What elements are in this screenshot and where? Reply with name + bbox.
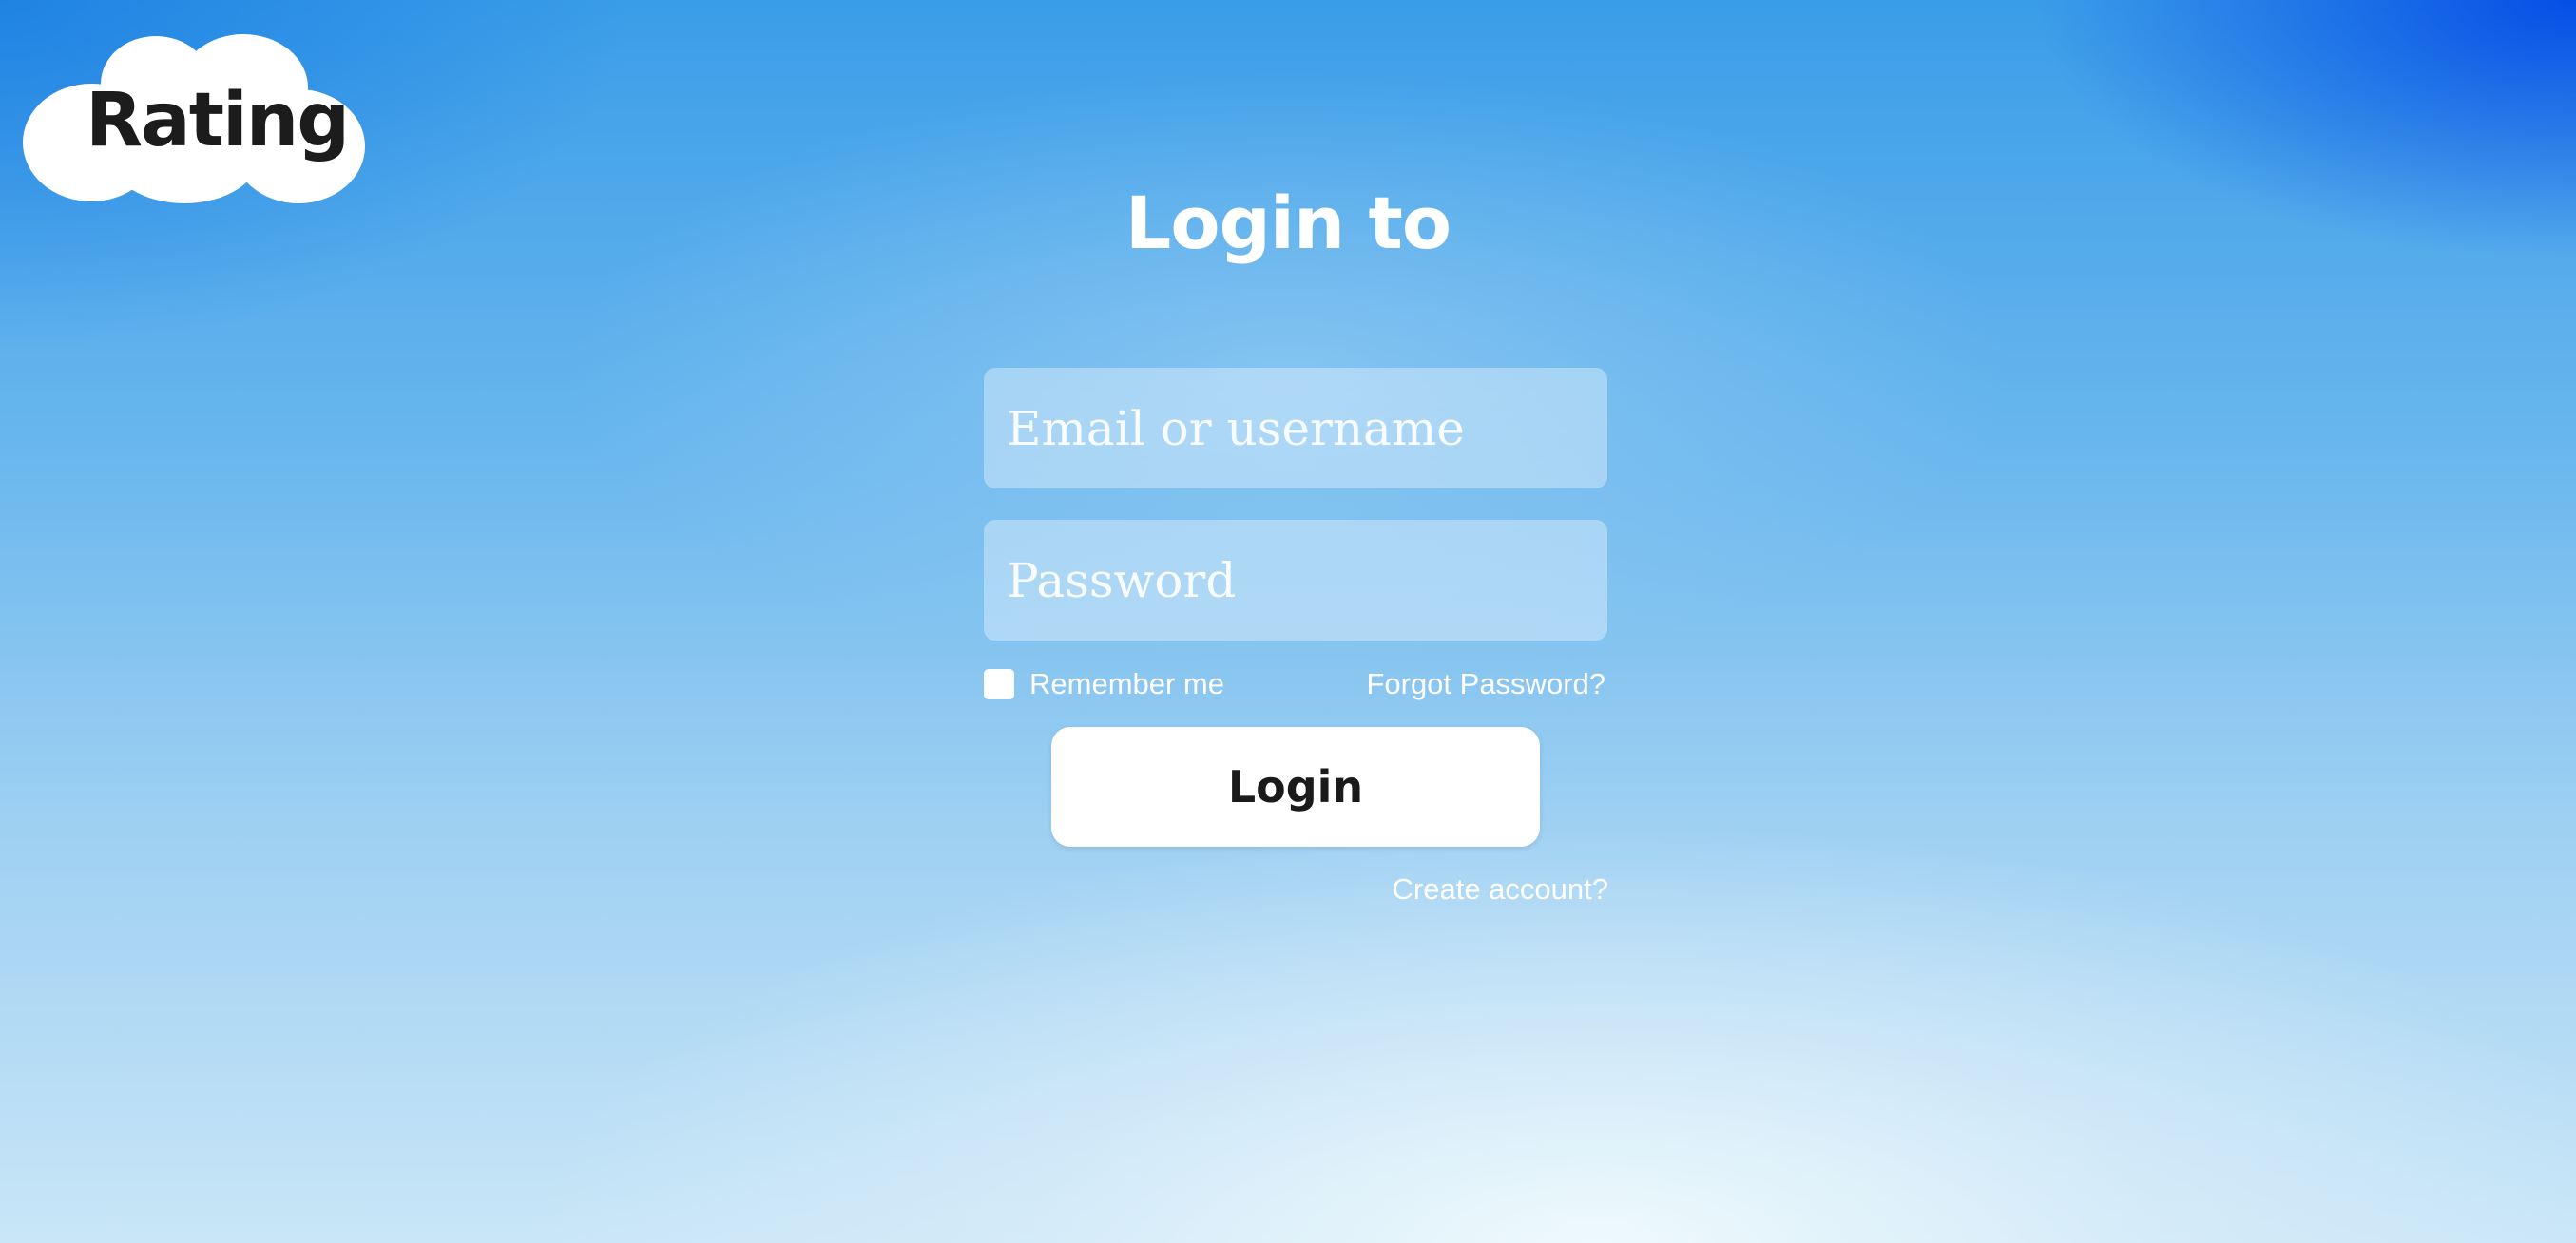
email-input[interactable] <box>984 368 1607 488</box>
remember-me-checkbox[interactable] <box>984 669 1014 699</box>
remember-me-option[interactable]: Remember me <box>984 667 1224 701</box>
forgot-password-link[interactable]: Forgot Password? <box>1366 667 1605 701</box>
page-title: Login to <box>1125 181 1451 265</box>
password-input[interactable] <box>984 520 1607 641</box>
login-button[interactable]: Login <box>1051 727 1540 847</box>
create-account-link[interactable]: Create account? <box>1393 872 1608 907</box>
remember-me-label: Remember me <box>1029 667 1224 700</box>
logo-text: Rating <box>86 78 350 163</box>
